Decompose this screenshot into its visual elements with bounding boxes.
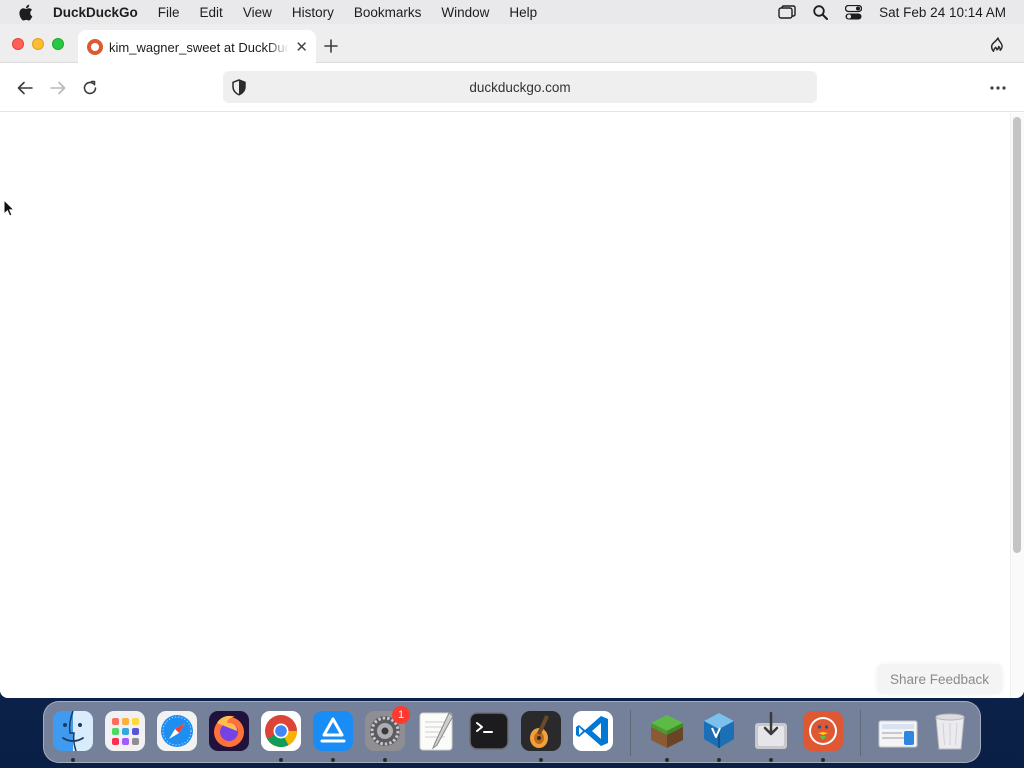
dock-app-store[interactable]	[311, 709, 355, 753]
spotlight-search-icon[interactable]	[811, 3, 829, 21]
dock-virtualbox[interactable]	[697, 709, 741, 753]
reload-icon[interactable]	[79, 77, 101, 99]
arrow-left-icon[interactable]	[14, 77, 36, 99]
menu-window[interactable]: Window	[441, 5, 489, 20]
tab-title: kim_wagner_sweet at DuckDuckGo	[109, 39, 290, 55]
dock-terminal[interactable]	[467, 709, 511, 753]
menu-history[interactable]: History	[292, 5, 334, 20]
menu-help[interactable]: Help	[509, 5, 537, 20]
apple-logo-icon[interactable]	[18, 4, 38, 21]
dock-safari[interactable]	[155, 709, 199, 753]
dock-trash[interactable]	[928, 709, 972, 753]
dock: 1	[43, 701, 981, 763]
dock-garageband[interactable]	[519, 709, 563, 753]
menu-bar: DuckDuckGo File Edit View History Bookma…	[0, 0, 1024, 24]
tab-bar: kim_wagner_sweet at DuckDuckGo ✕	[0, 24, 1024, 64]
menu-bookmarks[interactable]: Bookmarks	[354, 5, 422, 20]
share-feedback-button[interactable]: Share Feedback	[877, 664, 1002, 694]
running-indicator	[383, 758, 387, 762]
dock-minecraft[interactable]	[645, 709, 689, 753]
dock-downloads-stack[interactable]	[876, 709, 920, 753]
menu-view[interactable]: View	[243, 5, 272, 20]
dock-firefox[interactable]	[207, 709, 251, 753]
running-indicator	[717, 758, 721, 762]
window-zoom-button[interactable]	[52, 38, 64, 50]
dock-separator	[630, 710, 631, 756]
fire-icon[interactable]	[988, 36, 1008, 56]
dock-separator	[860, 710, 861, 756]
running-indicator	[769, 758, 773, 762]
menu-file[interactable]: File	[158, 5, 180, 20]
browser-window: kim_wagner_sweet at DuckDuckGo ✕ duckduc…	[0, 24, 1024, 698]
menu-edit[interactable]: Edit	[200, 5, 223, 20]
plus-icon[interactable]	[322, 37, 340, 55]
running-indicator	[71, 758, 75, 762]
mouse-cursor-icon	[3, 199, 15, 217]
dock-textedit[interactable]	[415, 709, 459, 753]
window-stack-icon[interactable]	[778, 3, 796, 21]
menu-bar-status-area: Sat Feb 24 10:14 AM	[778, 3, 1024, 21]
notification-badge: 1	[392, 706, 410, 724]
control-center-icon[interactable]	[844, 3, 862, 21]
address-bar[interactable]: duckduckgo.com	[223, 71, 817, 103]
menu-bar-clock[interactable]: Sat Feb 24 10:14 AM	[879, 5, 1006, 20]
arrow-right-icon[interactable]	[47, 77, 69, 99]
dock-vscode[interactable]	[571, 709, 615, 753]
url-text[interactable]: duckduckgo.com	[469, 80, 570, 95]
dock-finder[interactable]	[51, 709, 95, 753]
close-icon[interactable]: ✕	[295, 40, 308, 55]
tab-active[interactable]: kim_wagner_sweet at DuckDuckGo ✕	[78, 30, 316, 64]
scrollbar-thumb[interactable]	[1013, 117, 1021, 553]
page-content	[0, 113, 1024, 698]
dock-installer[interactable]	[749, 709, 793, 753]
dock-duckduckgo[interactable]	[801, 709, 845, 753]
menu-app-name[interactable]: DuckDuckGo	[53, 5, 138, 20]
running-indicator	[331, 758, 335, 762]
running-indicator	[539, 758, 543, 762]
running-indicator	[279, 758, 283, 762]
privacy-shield-icon[interactable]	[229, 77, 249, 97]
window-minimize-button[interactable]	[32, 38, 44, 50]
window-close-button[interactable]	[12, 38, 24, 50]
vertical-scrollbar[interactable]	[1010, 113, 1024, 698]
ellipsis-icon[interactable]	[986, 77, 1010, 99]
dock-launchpad[interactable]	[103, 709, 147, 753]
navigation-bar: duckduckgo.com	[0, 64, 1024, 112]
duckduckgo-favicon-icon	[87, 39, 103, 55]
dock-chrome[interactable]	[259, 709, 303, 753]
running-indicator	[821, 758, 825, 762]
running-indicator	[665, 758, 669, 762]
